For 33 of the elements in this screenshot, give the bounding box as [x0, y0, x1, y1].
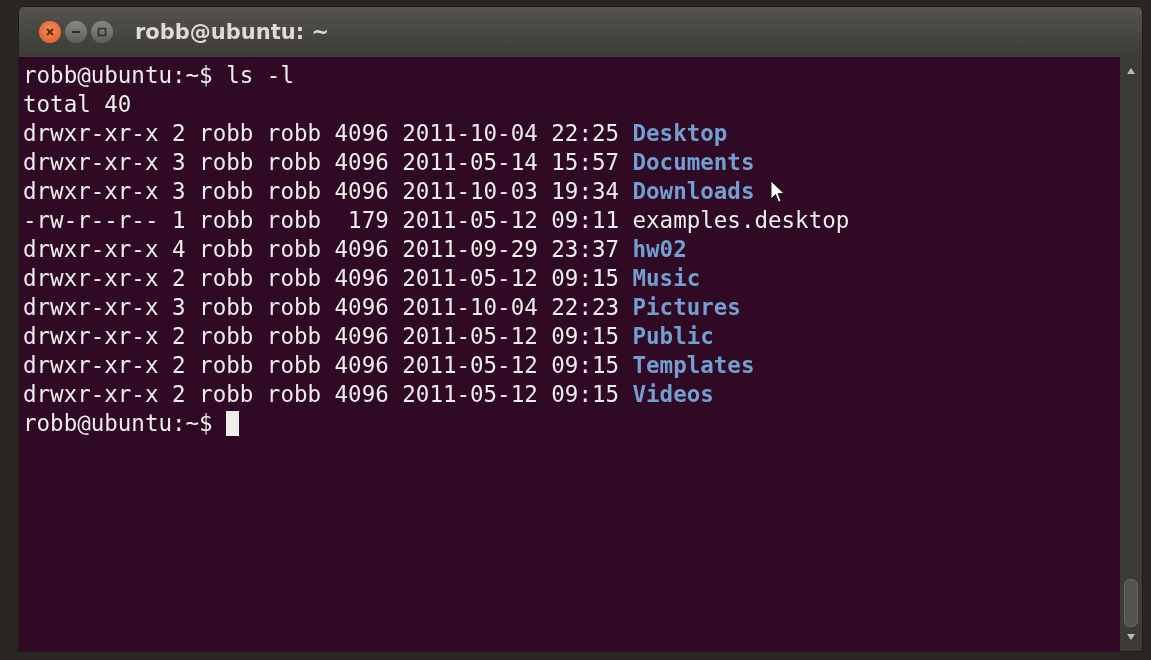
scroll-up-icon[interactable]	[1126, 67, 1136, 75]
directory-name: Templates	[632, 351, 755, 380]
file-details: drwxr-xr-x 3 robb robb 4096 2011-10-04 22:23	[23, 293, 620, 322]
file-details: drwxr-xr-x 2 robb robb 4096 2011-05-12 09:15	[23, 351, 620, 380]
file-details: -rw-r--r-- 1 robb robb 179 2011-05-12 09:11	[23, 206, 620, 235]
directory-name: Pictures	[632, 293, 741, 322]
file-details: drwxr-xr-x 2 robb robb 4096 2011-05-12 09:15	[23, 380, 620, 409]
minimize-button[interactable]	[65, 21, 87, 43]
window-title: robb@ubuntu: ~	[135, 20, 330, 44]
directory-name: Videos	[632, 380, 714, 409]
directory-name: hw02	[632, 235, 687, 264]
command-prompt-line: robb@ubuntu:~$	[23, 409, 213, 438]
maximize-button[interactable]	[91, 21, 113, 43]
close-icon	[45, 27, 55, 37]
scroll-down-icon[interactable]	[1126, 633, 1136, 641]
file-details: drwxr-xr-x 2 robb robb 4096 2011-05-12 09:15	[23, 322, 620, 351]
close-button[interactable]	[39, 21, 61, 43]
command-prompt-line: robb@ubuntu:~$ ls -l	[23, 61, 294, 90]
file-details: drwxr-xr-x 2 robb robb 4096 2011-05-12 09:15	[23, 264, 620, 293]
directory-name: Music	[632, 264, 701, 293]
directory-name: Desktop	[632, 119, 728, 148]
output-line: total 40	[23, 90, 132, 119]
file-details: drwxr-xr-x 3 robb robb 4096 2011-10-03 19:34	[23, 177, 620, 206]
file-name: examples.desktop	[632, 206, 850, 235]
directory-name: Public	[632, 322, 714, 351]
scrollbar-thumb[interactable]	[1124, 579, 1138, 627]
maximize-icon	[97, 27, 107, 37]
directory-name: Downloads	[632, 177, 755, 206]
file-details: drwxr-xr-x 2 robb robb 4096 2011-10-04 22:25	[23, 119, 620, 148]
directory-name: Documents	[632, 148, 755, 177]
file-details: drwxr-xr-x 4 robb robb 4096 2011-09-29 23:37	[23, 235, 620, 264]
file-details: drwxr-xr-x 3 robb robb 4096 2011-05-14 15:57	[23, 148, 620, 177]
mouse-pointer-icon	[770, 179, 787, 204]
